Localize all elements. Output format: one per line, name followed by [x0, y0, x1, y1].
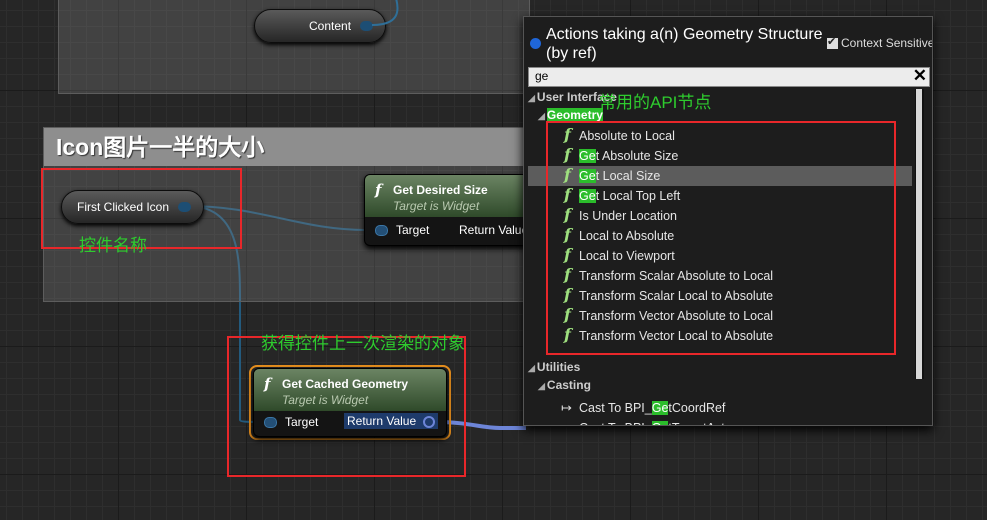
cast-item[interactable]: ↦ Cast To BPI_GetCoordRef — [528, 398, 912, 418]
get-desired-size-title: Get Desired Size — [393, 183, 488, 197]
cast-label: Cast To BPI_GetCoordRef — [579, 398, 725, 418]
popup-title: Actions taking a(n) Geometry Structure (… — [546, 26, 823, 62]
function-icon: f — [375, 181, 382, 199]
cast-label: Cast To BPI_GetTargetActors — [579, 418, 742, 425]
context-sensitive-checkbox[interactable]: Context Sensitive — [827, 35, 933, 50]
search-input[interactable]: ge ✕ — [528, 66, 930, 87]
get-desired-size-node[interactable]: f Get Desired Size Target is Widget Targ… — [364, 174, 536, 246]
common-api-note: 常用的API节点 — [599, 93, 712, 112]
return-value-pin-label: Return Value — [459, 223, 529, 237]
clear-search-icon[interactable]: ✕ — [913, 66, 927, 86]
search-value: ge — [535, 69, 549, 83]
label-text: Cast To BPI_ — [579, 401, 652, 415]
get-desired-size-header: f Get Desired Size Target is Widget — [365, 175, 535, 217]
label-text: tCoordRef — [668, 401, 726, 415]
category-label: Geometry — [546, 108, 603, 122]
cached-geometry-note: 获得控件上一次渲染的对象 — [261, 334, 465, 353]
cast-icon: ↦ — [561, 418, 572, 425]
struct-type-icon — [530, 38, 541, 49]
return-value-output-pin[interactable]: Return Value — [459, 223, 528, 237]
cast-icon: ↦ — [561, 400, 572, 415]
widget-name-note: 控件名称 — [79, 236, 147, 255]
red-box-common-api — [546, 121, 896, 355]
scrollbar-thumb[interactable] — [916, 89, 922, 379]
context-sensitive-label: Context Sensitive — [841, 36, 933, 50]
category-label: Casting — [546, 378, 591, 392]
search-match: Ge — [651, 401, 669, 415]
collapse-triangle-icon: ◢ — [528, 93, 535, 103]
content-wire — [371, 0, 399, 26]
comment-title: Icon图片一半的大小 — [44, 128, 530, 166]
label-text: Cast To BPI_ — [579, 421, 652, 425]
category-geometry[interactable]: ◢ Geometry — [538, 108, 603, 122]
checkbox-icon — [827, 35, 838, 49]
target-pin-icon — [375, 225, 388, 237]
red-box-cached-geometry — [227, 336, 466, 477]
category-casting[interactable]: ◢ Casting — [538, 378, 591, 392]
cast-item[interactable]: ↦ Cast To BPI_GetTargetActors — [528, 418, 912, 425]
collapse-triangle-icon: ◢ — [538, 381, 545, 391]
category-label: Utilities — [536, 360, 581, 374]
label-text: tTargetActors — [668, 421, 742, 425]
target-input-pin[interactable]: Target — [375, 223, 429, 237]
category-utilities[interactable]: ◢ Utilities — [528, 360, 580, 374]
collapse-triangle-icon: ◢ — [528, 363, 535, 373]
collapse-triangle-icon: ◢ — [538, 111, 545, 121]
search-match: Ge — [651, 421, 669, 425]
target-pin-label: Target — [396, 223, 430, 237]
get-desired-size-subtitle: Target is Widget — [393, 199, 480, 213]
